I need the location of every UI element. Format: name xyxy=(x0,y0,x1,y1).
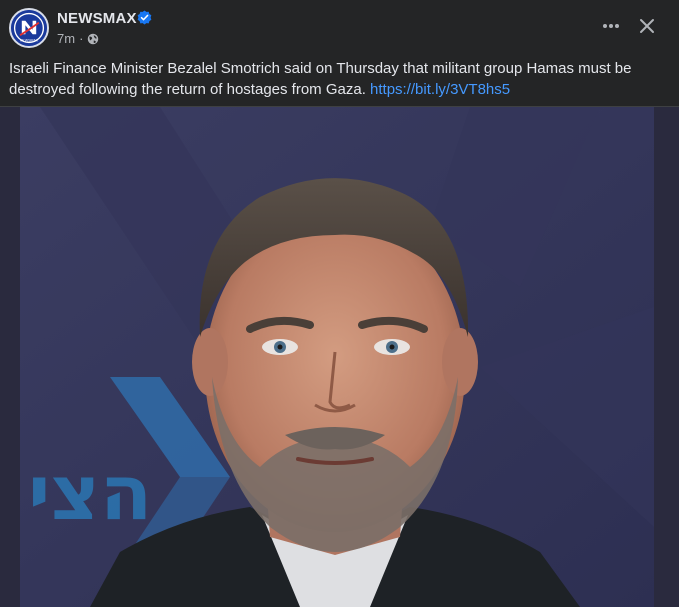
facebook-post: NEWSMAX NEWSMAX 7m · Israeli Finance Min… xyxy=(0,0,679,607)
caption-text: Israeli Finance Minister Bezalel Smotric… xyxy=(9,60,632,98)
caption-link[interactable]: https://bit.ly/3VT8hs5 xyxy=(370,81,510,98)
page-name[interactable]: NEWSMAX xyxy=(57,10,137,27)
newsmax-logo-icon: NEWSMAX xyxy=(11,10,47,46)
background-text: הצי xyxy=(28,448,152,537)
portrait-image: הצי xyxy=(0,107,679,607)
close-icon xyxy=(640,19,654,33)
post-time[interactable]: 7m xyxy=(57,31,75,46)
close-button[interactable] xyxy=(632,13,662,39)
more-options-button[interactable] xyxy=(596,13,626,39)
post-caption: Israeli Finance Minister Bezalel Smotric… xyxy=(9,58,669,100)
post-meta: 7m · xyxy=(57,31,99,46)
post-image[interactable]: הצי xyxy=(0,107,679,607)
post-header: NEWSMAX NEWSMAX 7m · xyxy=(0,0,679,54)
globe-icon[interactable] xyxy=(87,33,99,45)
page-avatar[interactable]: NEWSMAX xyxy=(9,8,49,48)
verified-badge-icon xyxy=(137,10,152,25)
svg-text:NEWSMAX: NEWSMAX xyxy=(20,39,39,43)
meta-separator: · xyxy=(79,31,84,46)
more-options-icon xyxy=(603,24,619,28)
